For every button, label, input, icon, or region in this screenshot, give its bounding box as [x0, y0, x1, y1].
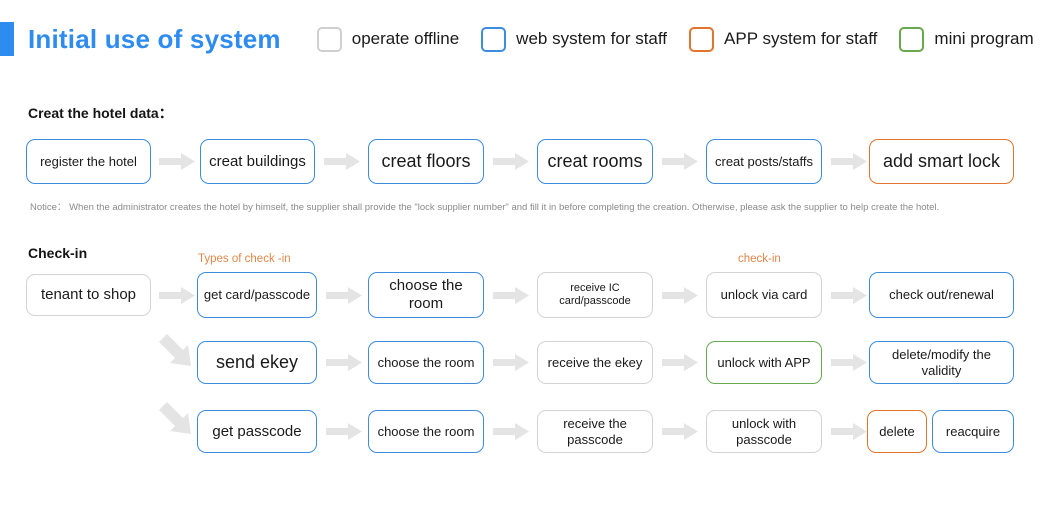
legend-item-app-system: APP system for staff: [689, 26, 878, 52]
node-creat-buildings[interactable]: creat buildings: [200, 139, 315, 184]
legend-label: APP system for staff: [724, 29, 878, 48]
arrow-right-icon: [493, 287, 529, 304]
node-get-card-passcode[interactable]: get card/passcode: [197, 272, 317, 318]
legend-swatch-icon: [481, 26, 507, 52]
legend-swatch-icon: [899, 26, 925, 52]
legend-label: mini program: [934, 29, 1034, 48]
legend-item-mini-program: mini program: [899, 26, 1034, 52]
node-receive-the-ekey[interactable]: receive the ekey: [537, 341, 653, 384]
page-header: Initial use of system operate offline we…: [0, 16, 1060, 62]
node-unlock-with-passcode[interactable]: unlock with passcode: [706, 410, 822, 453]
arrow-diagonal-down-right-icon: [157, 332, 197, 372]
legend-item-web-system: web system for staff: [481, 26, 668, 52]
arrow-right-icon: [831, 423, 867, 440]
legend-swatch-icon: [689, 26, 715, 52]
node-get-passcode[interactable]: get passcode: [197, 410, 317, 453]
node-unlock-with-app[interactable]: unlock with APP: [706, 341, 822, 384]
legend-item-operate-offline: operate offline: [316, 26, 460, 52]
node-receive-the-passcode[interactable]: receive the passcode: [537, 410, 653, 453]
node-creat-posts-staffs[interactable]: creat posts/staffs: [706, 139, 822, 184]
node-add-smart-lock[interactable]: add smart lock: [869, 139, 1014, 184]
node-unlock-via-card[interactable]: unlock via card: [706, 272, 822, 318]
arrow-right-icon: [326, 287, 362, 304]
legend-label: operate offline: [351, 29, 460, 48]
arrow-right-icon: [662, 423, 698, 440]
node-reacquire[interactable]: reacquire: [932, 410, 1014, 453]
arrow-right-icon: [662, 153, 698, 170]
arrow-right-icon: [662, 354, 698, 371]
notice-text: Notice： When the administrator creates t…: [30, 202, 940, 213]
accent-bar: [0, 22, 14, 56]
arrow-right-icon: [662, 287, 698, 304]
arrow-right-icon: [326, 423, 362, 440]
caption-types-of-check-in: Types of check -in: [198, 253, 291, 265]
arrow-right-icon: [493, 423, 529, 440]
legend-label: web system for staff: [516, 29, 668, 48]
node-send-ekey[interactable]: send ekey: [197, 341, 317, 384]
node-choose-the-room[interactable]: choose the room: [368, 341, 484, 384]
legend-swatch-icon: [316, 26, 342, 52]
legend: operate offline web system for staff APP…: [316, 26, 1060, 52]
arrow-right-icon: [831, 153, 867, 170]
flowchart-page: Initial use of system operate offline we…: [0, 0, 1060, 519]
arrow-right-icon: [493, 354, 529, 371]
arrow-right-icon: [159, 153, 195, 170]
node-delete-modify-the-validity[interactable]: delete/modify the validity: [869, 341, 1014, 384]
node-choose-the-room[interactable]: choose the room: [368, 410, 484, 453]
node-register-the-hotel[interactable]: register the hotel: [26, 139, 151, 184]
arrow-diagonal-down-right-icon: [157, 400, 197, 440]
node-creat-floors[interactable]: creat floors: [368, 139, 484, 184]
arrow-right-icon: [326, 354, 362, 371]
section-heading-hotel-data: Creat the hotel data：: [28, 105, 173, 121]
arrow-right-icon: [831, 354, 867, 371]
page-title: Initial use of system: [28, 23, 281, 54]
arrow-right-icon: [324, 153, 360, 170]
arrow-right-icon: [159, 287, 195, 304]
caption-check-in: check-in: [738, 253, 781, 265]
arrow-right-icon: [493, 153, 529, 170]
arrow-right-icon: [831, 287, 867, 304]
node-tenant-to-shop[interactable]: tenant to shop: [26, 274, 151, 316]
node-delete[interactable]: delete: [867, 410, 927, 453]
node-choose-the-room[interactable]: choose the room: [368, 272, 484, 318]
node-check-out-renewal[interactable]: check out/renewal: [869, 272, 1014, 318]
node-creat-rooms[interactable]: creat rooms: [537, 139, 653, 184]
section-heading-check-in: Check-in: [28, 245, 88, 261]
node-receive-ic-card-passcode[interactable]: receive IC card/passcode: [537, 272, 653, 318]
